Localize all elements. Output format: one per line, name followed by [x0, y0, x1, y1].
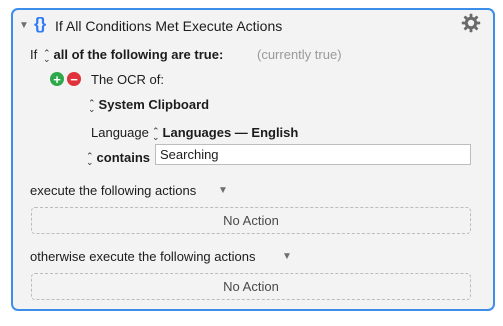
updown-arrows-icon: ⌃ ⌄: [88, 97, 96, 114]
then-section-label: execute the following actions: [30, 183, 197, 198]
then-no-action-label: No Action: [223, 213, 279, 228]
braces-icon: {}: [34, 14, 46, 33]
updown-arrows-icon: ⌃ ⌄: [86, 150, 94, 167]
collapse-triangle-icon[interactable]: ▼: [19, 20, 29, 31]
language-label: Language: [91, 125, 149, 140]
remove-condition-button[interactable]: −: [67, 72, 81, 86]
operator-label: contains: [96, 150, 151, 165]
ocr-label: The OCR of:: [91, 72, 164, 87]
add-condition-button[interactable]: +: [50, 72, 64, 86]
action-title[interactable]: If All Conditions Met Execute Actions: [55, 18, 282, 34]
source-popup[interactable]: ⌃ ⌄ System Clipboard: [88, 97, 210, 114]
condition-value-field[interactable]: Searching: [155, 144, 471, 165]
else-actions-dropzone[interactable]: No Action: [31, 273, 471, 300]
language-value: Languages — English: [162, 125, 299, 140]
operator-popup[interactable]: ⌃ ⌄ contains: [86, 150, 151, 167]
then-section-menu-triangle-icon[interactable]: ▼: [218, 185, 228, 196]
else-no-action-label: No Action: [223, 279, 279, 294]
else-section-label: otherwise execute the following actions: [30, 249, 256, 264]
match-mode-popup[interactable]: ⌃ ⌄ all of the following are true:: [43, 47, 224, 64]
gear-icon[interactable]: [461, 13, 481, 36]
language-popup[interactable]: ⌃ ⌄ Languages — English: [152, 125, 299, 142]
if-label: If: [30, 47, 38, 62]
else-section-menu-triangle-icon[interactable]: ▼: [282, 251, 292, 262]
source-label: System Clipboard: [98, 97, 210, 112]
condition-status: (currently true): [257, 47, 342, 62]
updown-arrows-icon: ⌃ ⌄: [152, 125, 160, 142]
match-mode-label: all of the following are true:: [53, 47, 224, 62]
updown-arrows-icon: ⌃ ⌄: [43, 47, 51, 64]
then-actions-dropzone[interactable]: No Action: [31, 207, 471, 234]
